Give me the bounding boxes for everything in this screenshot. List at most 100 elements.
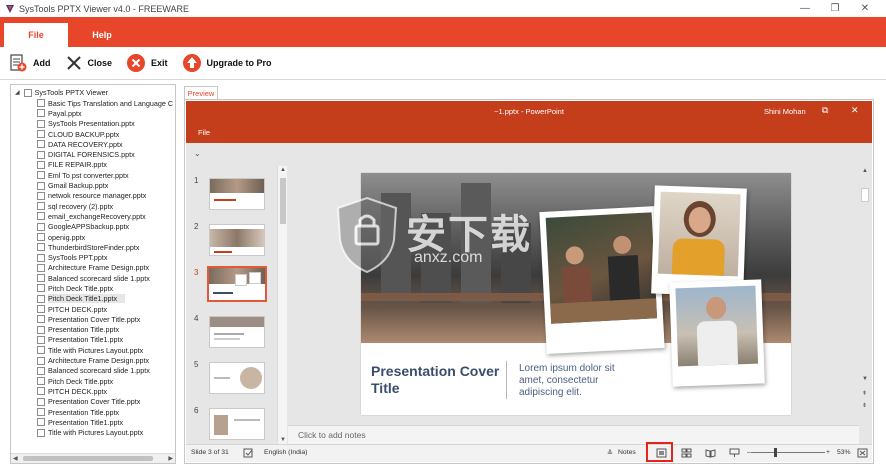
tree-item-checkbox[interactable] [37, 140, 45, 149]
tree-item-checkbox[interactable] [37, 181, 45, 190]
slide-thumbnail[interactable] [209, 178, 265, 210]
close-window-button[interactable]: ✕ [852, 0, 878, 17]
tree-item[interactable]: ThunderbirdStoreFinder.pptx [37, 242, 175, 252]
tree-item[interactable]: SysTools Presentation.pptx [37, 119, 175, 129]
tree-item[interactable]: Gmail Backup.pptx [37, 180, 175, 190]
tree-item-checkbox[interactable] [37, 315, 45, 324]
tree-item-checkbox[interactable] [37, 418, 45, 427]
scroll-thumb[interactable] [23, 456, 153, 461]
collapse-triangle-icon[interactable]: ◢ [15, 89, 20, 96]
thumbnail-scrollbar[interactable]: ▲ ▼ [277, 166, 287, 444]
exit-button[interactable]: Exit [126, 53, 168, 73]
tree-item-checkbox[interactable] [37, 366, 45, 375]
ppt-close-icon[interactable]: ✕ [851, 105, 859, 116]
scroll-down-icon[interactable]: ▼ [280, 437, 286, 443]
tree-item-checkbox[interactable] [37, 377, 45, 386]
slide-thumbnail[interactable] [209, 408, 265, 440]
tree-item-checkbox[interactable] [37, 397, 45, 406]
scroll-up-icon[interactable]: ▲ [862, 168, 868, 174]
add-button[interactable]: Add [8, 53, 51, 73]
tree-item[interactable]: Balanced scorecard slide 1.pptx [37, 366, 175, 376]
slide-sorter-icon[interactable] [681, 448, 692, 458]
tab-preview[interactable]: Preview [184, 86, 218, 99]
tree-item[interactable]: Pitch Deck Title1.pptx [37, 294, 175, 304]
tree-item[interactable]: GoogleAPPSbackup.pptx [37, 222, 175, 232]
ppt-file-menu[interactable]: File [198, 128, 210, 137]
tree-item[interactable]: DIGITAL FORENSICS.pptx [37, 149, 175, 159]
tree-item-checkbox[interactable] [37, 335, 45, 344]
upgrade-button[interactable]: Upgrade to Pro [182, 53, 272, 73]
tree-item[interactable]: Architecture Frame Design.pptx [37, 263, 175, 273]
tree-item-checkbox[interactable] [37, 253, 45, 262]
fit-to-window-icon[interactable] [857, 448, 868, 458]
tab-help[interactable]: Help [78, 23, 126, 47]
tree-item-checkbox[interactable] [37, 284, 45, 293]
tree-item[interactable]: PITCH DECK.pptx [37, 304, 175, 314]
tree-item-checkbox[interactable] [37, 305, 45, 314]
next-slide-icon[interactable]: ⇟ [862, 402, 867, 409]
ribbon-display-icon[interactable]: ⧉ [822, 105, 828, 116]
tree-item-checkbox[interactable] [37, 99, 45, 108]
tree-item-checkbox[interactable] [37, 233, 45, 241]
tree-item[interactable]: Presentation Title1.pptx [37, 417, 175, 427]
slideshow-icon[interactable] [729, 448, 740, 458]
tree-horizontal-scrollbar[interactable]: ◀ ▶ [11, 453, 175, 463]
tree-item-checkbox[interactable] [37, 325, 45, 334]
reading-view-icon[interactable] [705, 448, 716, 458]
scroll-right-icon[interactable]: ▶ [168, 455, 173, 462]
tree-item[interactable]: netwok resource manager.pptx [37, 191, 175, 201]
tree-item[interactable]: DATA RECOVERY.pptx [37, 139, 175, 149]
zoom-level[interactable]: 53% [837, 449, 851, 456]
collapse-ribbon-icon[interactable]: ⌄ [194, 149, 201, 158]
tree-item[interactable]: CLOUD BACKUP.pptx [37, 129, 175, 139]
scroll-up-icon[interactable]: ▲ [280, 167, 286, 173]
tree-item-checkbox[interactable] [37, 171, 45, 180]
tree-item-checkbox[interactable] [37, 222, 45, 231]
zoom-slider[interactable] [751, 452, 825, 453]
tree-item-checkbox[interactable] [37, 243, 45, 252]
tree-item-checkbox[interactable] [37, 294, 45, 303]
tree-item[interactable]: Payal.pptx [37, 108, 175, 118]
notes-toggle-icon[interactable]: ≙ [607, 449, 613, 457]
tree-item[interactable]: SysTools PPT.pptx [37, 252, 175, 262]
tree-item-checkbox[interactable] [37, 119, 45, 128]
slide-thumbnail[interactable] [209, 224, 265, 256]
tree-item[interactable]: email_exchangeRecovery.pptx [37, 211, 175, 221]
tree-item[interactable]: Presentation Title.pptx [37, 325, 175, 335]
slide-thumbnail[interactable] [209, 362, 265, 394]
tree-item-checkbox[interactable] [37, 130, 45, 139]
tree-item-checkbox[interactable] [37, 109, 45, 118]
tree-item-checkbox[interactable] [37, 202, 45, 211]
tree-item-checkbox[interactable] [37, 263, 45, 272]
scroll-down-icon[interactable]: ▼ [862, 376, 868, 382]
scroll-thumb[interactable] [861, 188, 869, 202]
close-button[interactable]: Close [65, 54, 112, 72]
tree-item-checkbox[interactable] [37, 356, 45, 365]
tree-item[interactable]: Title with Pictures Layout.pptx [37, 428, 175, 438]
tree-item[interactable]: Presentation Title.pptx [37, 407, 175, 417]
tree-root[interactable]: ◢ SysTools PPTX Viewer [15, 87, 108, 98]
tab-file[interactable]: File [4, 23, 68, 47]
tree-item-checkbox[interactable] [37, 428, 45, 437]
zoom-slider-handle[interactable] [774, 448, 777, 457]
scroll-thumb[interactable] [280, 178, 286, 224]
tree-item[interactable]: Title with Pictures Layout.pptx [37, 345, 175, 355]
language-status[interactable]: English (India) [264, 449, 307, 456]
slide-thumbnail-active[interactable] [207, 266, 267, 302]
tree-item-checkbox[interactable] [37, 191, 45, 200]
minimize-button[interactable]: — [792, 0, 818, 17]
tree-item-checkbox[interactable] [37, 212, 45, 221]
tree-root-checkbox[interactable] [23, 88, 32, 97]
tree-item[interactable]: Balanced scorecard slide 1.pptx [37, 273, 175, 283]
previous-slide-icon[interactable]: ⇞ [862, 390, 867, 397]
tree-item[interactable]: Architecture Frame Design.pptx [37, 355, 175, 365]
tree-item[interactable]: openig.pptx [37, 232, 175, 242]
tree-item[interactable]: Presentation Cover Title.pptx [37, 397, 175, 407]
tree-item[interactable]: Pitch Deck Title.pptx [37, 376, 175, 386]
scroll-left-icon[interactable]: ◀ [13, 455, 18, 462]
tree-item-checkbox[interactable] [37, 150, 45, 159]
tree-item[interactable]: Eml To pst converter.pptx [37, 170, 175, 180]
tree-item-checkbox[interactable] [37, 346, 45, 355]
tree-item[interactable]: PITCH DECK.pptx [37, 386, 175, 396]
spell-check-icon[interactable] [243, 448, 254, 458]
